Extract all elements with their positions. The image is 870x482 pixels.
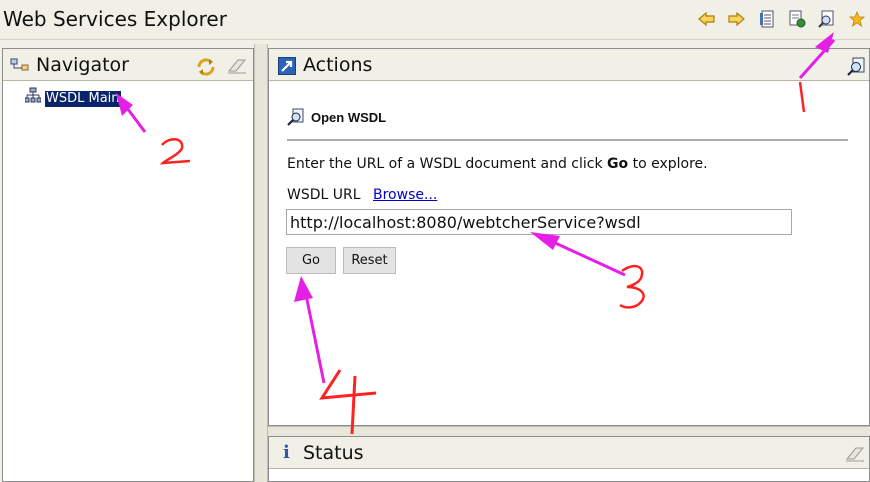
open-wsdl-heading: Open WSDL [287, 108, 386, 126]
navigator-panel: Navigator WSDL Main [2, 48, 254, 482]
open-wsdl-title: Open WSDL [311, 109, 387, 125]
status-panel: i Status [268, 436, 870, 482]
reset-button[interactable]: Reset [343, 247, 396, 274]
clear-eraser-icon[interactable] [227, 57, 247, 80]
clear-status-icon[interactable] [845, 445, 865, 468]
forward-arrow-icon[interactable] [726, 9, 746, 29]
wsdl-page-icon[interactable] [817, 9, 837, 29]
tree-item-label: WSDL Main [45, 90, 121, 107]
back-arrow-icon[interactable] [697, 9, 717, 29]
info-icon: i [283, 442, 290, 463]
status-title: Status [303, 442, 364, 464]
uddi-page-icon[interactable] [787, 9, 807, 29]
favorites-list-icon[interactable] [757, 9, 777, 29]
horizontal-splitter[interactable] [268, 426, 870, 436]
app-title: Web Services Explorer [3, 7, 227, 31]
actions-icon [278, 57, 296, 80]
title-bar: Web Services Explorer [0, 0, 870, 40]
instruction-text: Enter the URL of a WSDL document and cli… [287, 156, 708, 172]
actions-title: Actions [303, 54, 373, 76]
refresh-icon[interactable] [196, 57, 216, 82]
navigator-title: Navigator [36, 54, 129, 76]
navigator-icon [10, 58, 30, 77]
go-button[interactable]: Go [286, 247, 336, 274]
favorites-star-icon[interactable] [847, 9, 867, 29]
web-services-explorer-window: Web Services Explorer Navigator WSDL Mai… [0, 0, 870, 482]
browse-link[interactable]: Browse... [373, 187, 437, 203]
wsdl-url-label: WSDL URL [287, 187, 361, 203]
wsdl-url-input[interactable] [286, 209, 792, 235]
actions-panel: Actions [268, 48, 870, 426]
status-header: i Status [269, 437, 869, 469]
wsdl-main-icon [24, 87, 42, 110]
actions-header: Actions [269, 49, 869, 81]
navigator-header: Navigator [3, 49, 253, 81]
tree-item-wsdl-main[interactable]: WSDL Main [24, 87, 121, 110]
section-divider [287, 139, 848, 141]
vertical-splitter[interactable] [254, 44, 268, 482]
open-wsdl-icon [287, 108, 305, 126]
open-wsdl-action-icon[interactable] [846, 57, 866, 82]
